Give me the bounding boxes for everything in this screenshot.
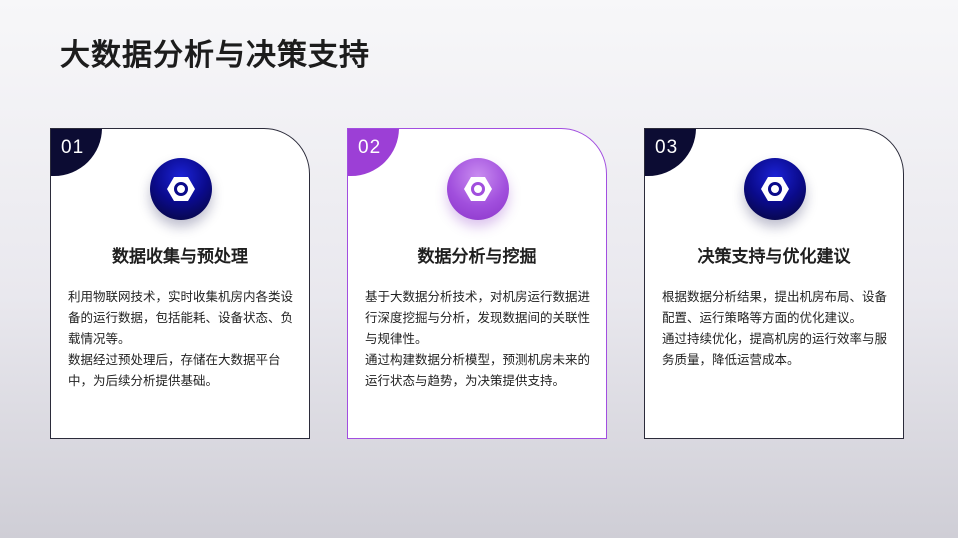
card-heading: 决策支持与优化建议: [697, 247, 851, 267]
card-body: 基于大数据分析技术，对机房运行数据进行深度挖掘与分析，发现数据间的关联性与规律性…: [365, 286, 592, 391]
hex-nut-icon: [744, 158, 806, 220]
card-body: 根据数据分析结果，提出机房布局、设备配置、运行策略等方面的优化建议。 通过持续优…: [662, 286, 889, 370]
card-decision-support: 03 决策支持与优化建议 根据数据分析结果，提出机房布局、设备配置、运行策略等方…: [644, 128, 904, 439]
card-number-badge: 03: [645, 129, 696, 176]
card-heading: 数据收集与预处理: [112, 247, 248, 267]
card-paragraph: 通过构建数据分析模型，预测机房未来的运行状态与趋势，为决策提供支持。: [365, 352, 591, 388]
card-data-analysis: 02 数据分析与挖掘 基于大数据分析技术，对机房运行数据进行深度挖掘与分析，发现…: [347, 128, 607, 439]
card-paragraph: 利用物联网技术，实时收集机房内各类设备的运行数据，包括能耗、设备状态、负载情况等…: [68, 289, 294, 346]
card-number: 01: [61, 137, 85, 158]
card-heading: 数据分析与挖掘: [417, 247, 537, 267]
card-paragraph: 通过持续优化，提高机房的运行效率与服务质量，降低运营成本。: [662, 331, 888, 367]
card-data-collection: 01 数据收集与预处理 利用物联网技术，实时收集机房内各类设备的运行数据，包括能…: [50, 128, 310, 439]
card-number-badge: 02: [348, 129, 399, 176]
card-paragraph: 基于大数据分析技术，对机房运行数据进行深度挖掘与分析，发现数据间的关联性与规律性…: [365, 289, 591, 346]
hex-nut-icon: [150, 158, 212, 220]
card-number: 02: [358, 137, 382, 158]
page-title: 大数据分析与决策支持: [60, 38, 370, 73]
hex-nut-icon: [447, 158, 509, 220]
card-paragraph: 数据经过预处理后，存储在大数据平台中，为后续分析提供基础。: [68, 352, 281, 388]
card-number: 03: [655, 137, 679, 158]
card-body: 利用物联网技术，实时收集机房内各类设备的运行数据，包括能耗、设备状态、负载情况等…: [68, 286, 295, 391]
card-number-badge: 01: [51, 129, 102, 176]
card-paragraph: 根据数据分析结果，提出机房布局、设备配置、运行策略等方面的优化建议。: [662, 289, 888, 325]
